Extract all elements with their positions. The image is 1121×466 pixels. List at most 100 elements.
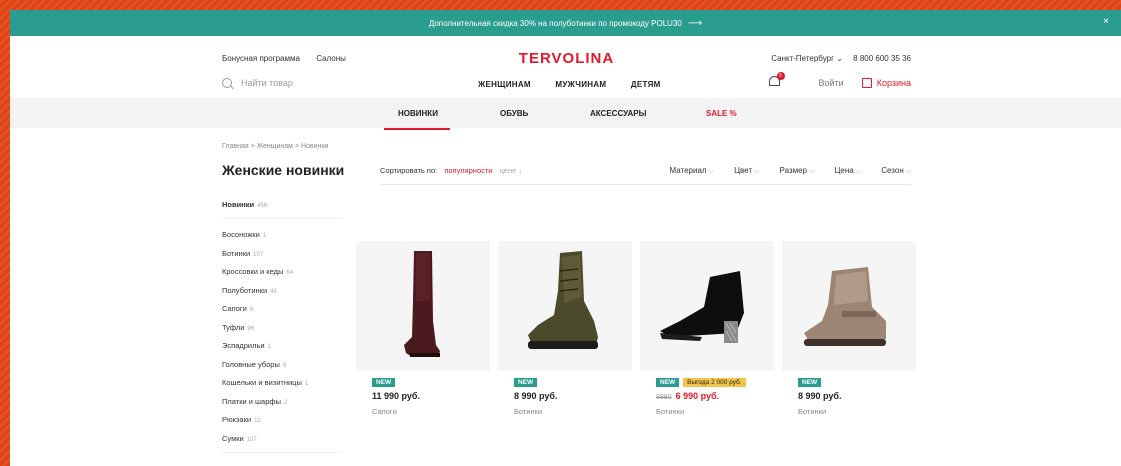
sidebar-item-count: 107	[253, 251, 264, 258]
product-category: Ботинки	[656, 407, 685, 416]
tab-accessories[interactable]: АКСЕССУАРЫ	[590, 109, 646, 118]
sidebar-item-label: Эспадрильи	[222, 341, 265, 350]
product-card[interactable]: NEW 8 990 руб. Ботинки	[782, 241, 916, 461]
product-image[interactable]	[640, 241, 774, 371]
discount-badge: Выгода 2 000 руб.	[683, 378, 746, 387]
sidebar-item-count: 96	[247, 325, 255, 332]
phone-number[interactable]: 8 800 600 35 36	[853, 54, 911, 63]
product-image[interactable]	[782, 241, 916, 371]
product-card[interactable]: NEW Выгода 2 000 руб. 8990 6 990 руб. Бот…	[640, 241, 774, 461]
sidebar-item[interactable]: Кроссовки и кеды 64	[222, 267, 342, 276]
divider	[222, 452, 342, 453]
filters: Материал Цвет Размер Цена Сезон	[651, 166, 911, 176]
search-input[interactable]: Найти товар	[241, 78, 293, 88]
search-box[interactable]: Найти товар	[222, 78, 293, 88]
new-badge: NEW	[372, 378, 396, 387]
sidebar-item-label: Босоножки	[222, 230, 260, 239]
sidebar-item-count: 48	[270, 288, 277, 295]
filter-size[interactable]: Размер	[780, 166, 815, 175]
search-icon[interactable]	[222, 78, 232, 88]
product-card[interactable]: NEW 11 990 руб. Сапоги	[356, 241, 490, 461]
sidebar-item[interactable]: Ботинки 107	[222, 249, 342, 258]
sidebar-item-label: Полуботинки	[222, 285, 268, 295]
tab-new[interactable]: НОВИНКИ	[384, 109, 450, 130]
promo-banner[interactable]: Дополнительная скидка 30% на полуботинки…	[10, 10, 1121, 36]
product-image[interactable]	[498, 241, 632, 371]
product-badges: NEW	[514, 378, 538, 387]
sidebar-item-count: 456	[257, 203, 268, 209]
product-price: 8990 6 990 руб.	[656, 391, 719, 401]
sidebar-item-count: 64	[286, 270, 294, 276]
nav-kids[interactable]: ДЕТЯМ	[631, 80, 661, 89]
page-title: Женские новинки	[222, 162, 345, 178]
sidebar-item-label: Кошельки и визитницы	[222, 378, 302, 387]
filter-price[interactable]: Цена	[835, 166, 862, 175]
sidebar-item[interactable]: Босоножки 1	[222, 230, 342, 239]
sale-price: 6 990 руб.	[675, 391, 720, 401]
city-selector[interactable]: Санкт-Петербург ⌄	[771, 54, 843, 63]
sidebar-item-count: 1	[267, 344, 271, 350]
breadcrumb[interactable]: Главная > Женщинам > Новинки	[222, 143, 328, 150]
sort-price[interactable]: цене ↓	[500, 166, 523, 175]
category-nav: НОВИНКИ ОБУВЬ АКСЕССУАРЫ SALE %	[10, 98, 1121, 130]
filter-season[interactable]: Сезон	[881, 166, 911, 175]
sidebar-item-label: Сумки	[222, 433, 244, 443]
sidebar-item-label: Головные уборы	[222, 359, 280, 369]
sidebar-item[interactable]: Туфли 96	[222, 323, 342, 332]
sidebar-item-new[interactable]: Новинки 456	[222, 200, 342, 219]
arrow-right-icon: ⟶	[687, 17, 703, 29]
close-icon[interactable]: ×	[1103, 16, 1109, 27]
product-badges: NEW Выгода 2 000 руб.	[656, 378, 746, 387]
divider	[380, 184, 911, 185]
product-card[interactable]: NEW 8 990 руб. Ботинки	[498, 241, 632, 461]
product-price: 11 990 руб.	[372, 391, 420, 401]
sidebar-item-count: 9	[282, 362, 287, 369]
filter-color[interactable]: Цвет	[734, 166, 759, 175]
sidebar-item-label: Платки и шарфы	[222, 396, 281, 406]
logo[interactable]: TERVOLINA	[519, 50, 614, 67]
product-category: Ботинки	[514, 407, 543, 416]
sidebar-item[interactable]: Сапоги 8	[222, 304, 342, 313]
new-badge: NEW	[656, 378, 680, 387]
sidebar-item-label: Сапоги	[222, 304, 247, 313]
sidebar-item-count: 1	[304, 381, 309, 387]
tab-shoes[interactable]: ОБУВЬ	[500, 109, 528, 118]
sidebar-item-count: 12	[254, 418, 261, 424]
sidebar-item[interactable]: Полуботинки 48	[222, 286, 342, 295]
product-badges: NEW	[798, 378, 822, 387]
cart-button[interactable]: Корзина	[861, 77, 911, 88]
product-image[interactable]	[356, 241, 490, 371]
sidebar-item[interactable]: Кошельки и визитницы 1	[222, 378, 342, 387]
sort-popularity[interactable]: популярности	[444, 166, 492, 175]
sort-label: Сортировать по:	[380, 166, 438, 175]
filter-material[interactable]: Материал	[669, 166, 713, 175]
product-badges: NEW	[372, 378, 396, 387]
sidebar-item[interactable]: Головные уборы 9	[222, 360, 342, 369]
sort-control: Сортировать по: популярности цене ↓	[380, 166, 522, 175]
sidebar-item[interactable]: Сумки 107	[222, 434, 342, 443]
cart-label: Корзина	[876, 77, 911, 88]
category-sidebar: Новинки 456 Босоножки 1 Ботинки 107 Кроссов…	[222, 200, 342, 453]
bonus-program-link[interactable]: Бонусная программа	[222, 54, 300, 63]
sidebar-item[interactable]: Платки и шарфы 2	[222, 397, 342, 406]
sidebar-item-label: Новинки	[222, 200, 255, 209]
login-link[interactable]: Войти	[819, 78, 844, 88]
sidebar-item[interactable]: Рюкзаки 12	[222, 415, 342, 424]
notification-badge: 5	[776, 72, 785, 80]
sidebar-item-label: Рюкзаки	[222, 415, 252, 424]
nav-men[interactable]: МУЖЧИНАМ	[555, 80, 606, 89]
product-grid: NEW 11 990 руб. Сапоги NEW 8 990 руб. Бо…	[356, 241, 918, 461]
shopping-bag-icon	[861, 77, 872, 88]
sidebar-item-count: 1	[262, 233, 267, 239]
bell-icon[interactable]: 5	[768, 72, 785, 89]
header-top: Бонусная программа Салоны TERVOLINA Санк…	[222, 50, 911, 68]
product-price: 8 990 руб.	[798, 391, 842, 401]
salons-link[interactable]: Салоны	[316, 54, 346, 63]
sidebar-item[interactable]: Эспадрильи 1	[222, 341, 342, 350]
product-category: Сапоги	[372, 407, 397, 416]
nav-women[interactable]: ЖЕНЩИНАМ	[478, 80, 531, 89]
product-price: 8 990 руб.	[514, 391, 558, 401]
old-price: 8990	[656, 394, 672, 401]
tab-sale[interactable]: SALE %	[706, 109, 737, 118]
sidebar-item-label: Кроссовки и кеды	[222, 267, 284, 276]
